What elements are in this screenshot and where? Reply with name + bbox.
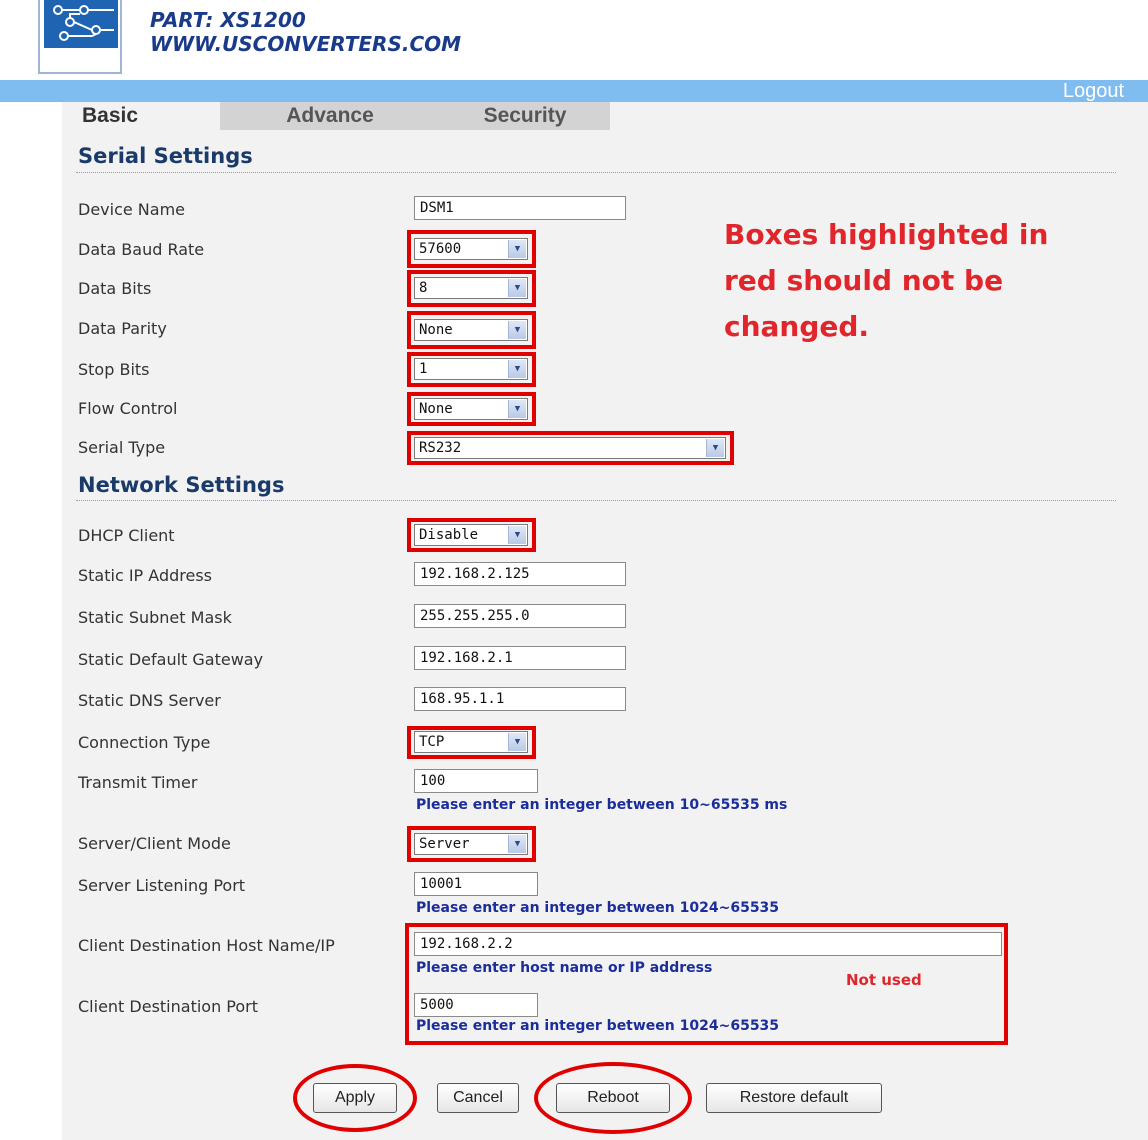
- mask-input[interactable]: 255.255.255.0: [414, 604, 626, 628]
- network-divider: [76, 500, 1116, 501]
- listening-port-input[interactable]: 10001: [414, 872, 538, 896]
- header-text: PART: XS1200 WWW.USCONVERTERS.COM: [150, 8, 461, 56]
- serial-divider: [76, 172, 1116, 173]
- stop-bits-select[interactable]: 1 ▼: [414, 358, 528, 380]
- flow-control-select[interactable]: None ▼: [414, 398, 528, 420]
- baud-rate-value: 57600: [419, 241, 462, 257]
- chevron-down-icon: ▼: [508, 733, 526, 751]
- parity-select[interactable]: None ▼: [414, 319, 528, 341]
- data-bits-value: 8: [419, 280, 428, 296]
- network-settings-title: Network Settings: [78, 473, 285, 497]
- dest-host-input[interactable]: 192.168.2.2: [414, 932, 1002, 956]
- chevron-down-icon: ▼: [508, 526, 526, 544]
- note-line: changed.: [724, 310, 870, 343]
- logout-link[interactable]: Logout: [1063, 80, 1124, 102]
- gateway-label: Static Default Gateway: [78, 650, 264, 669]
- tab-security[interactable]: Security: [440, 102, 610, 130]
- note-line: Boxes highlighted in: [724, 218, 1049, 251]
- transmit-timer-hint: Please enter an integer between 10~65535…: [416, 797, 788, 813]
- dns-label: Static DNS Server: [78, 691, 221, 710]
- not-used-note: Not used: [846, 971, 922, 989]
- device-name-input[interactable]: DSM1: [414, 196, 626, 220]
- transmit-timer-label: Transmit Timer: [78, 773, 198, 792]
- mask-label: Static Subnet Mask: [78, 608, 232, 627]
- serial-type-value: RS232: [419, 440, 462, 456]
- baud-rate-select[interactable]: 57600 ▼: [414, 238, 528, 260]
- transmit-timer-input[interactable]: 100: [414, 769, 538, 793]
- dest-port-hint: Please enter an integer between 1024~655…: [416, 1018, 780, 1034]
- part-number: PART: XS1200: [150, 8, 306, 32]
- stop-bits-value: 1: [419, 361, 428, 377]
- warning-note: Boxes highlighted in red should not be c…: [724, 212, 1104, 350]
- dns-input[interactable]: 168.95.1.1: [414, 687, 626, 711]
- chevron-down-icon: ▼: [508, 279, 526, 297]
- listening-port-label: Server Listening Port: [78, 876, 246, 895]
- dhcp-value: Disable: [419, 527, 479, 543]
- data-bits-select[interactable]: 8 ▼: [414, 277, 528, 299]
- apply-button[interactable]: Apply: [313, 1083, 397, 1113]
- dhcp-label: DHCP Client: [78, 526, 175, 545]
- serial-type-label: Serial Type: [78, 438, 166, 457]
- mode-value: Server: [419, 836, 470, 852]
- ip-label: Static IP Address: [78, 566, 213, 585]
- logo: [38, 0, 122, 74]
- top-bar: [0, 80, 1148, 102]
- serial-type-select[interactable]: RS232 ▼: [414, 437, 726, 459]
- note-line: red should not be: [724, 264, 1004, 297]
- parity-label: Data Parity: [78, 319, 167, 338]
- website-link[interactable]: WWW.USCONVERTERS.COM: [150, 32, 461, 56]
- ip-input[interactable]: 192.168.2.125: [414, 562, 626, 586]
- dest-host-hint: Please enter host name or IP address: [416, 960, 713, 976]
- mode-label: Server/Client Mode: [78, 834, 231, 853]
- chevron-down-icon: ▼: [508, 360, 526, 378]
- tab-basic[interactable]: Basic: [62, 102, 220, 130]
- chevron-down-icon: ▼: [508, 835, 526, 853]
- connection-type-select[interactable]: TCP ▼: [414, 731, 528, 753]
- serial-settings-title: Serial Settings: [78, 144, 253, 168]
- flow-control-label: Flow Control: [78, 399, 178, 418]
- mode-select[interactable]: Server ▼: [414, 833, 528, 855]
- parity-value: None: [419, 322, 453, 338]
- chevron-down-icon: ▼: [508, 240, 526, 258]
- device-name-label: Device Name: [78, 200, 186, 219]
- circuit-logo-icon: [44, 0, 118, 48]
- gateway-input[interactable]: 192.168.2.1: [414, 646, 626, 670]
- chevron-down-icon: ▼: [706, 439, 724, 457]
- baud-rate-label: Data Baud Rate: [78, 240, 205, 259]
- dest-port-input[interactable]: 5000: [414, 993, 538, 1017]
- data-bits-label: Data Bits: [78, 279, 152, 298]
- chevron-down-icon: ▼: [508, 321, 526, 339]
- connection-type-value: TCP: [419, 734, 445, 750]
- tab-advance[interactable]: Advance: [220, 102, 440, 130]
- reboot-button[interactable]: Reboot: [556, 1083, 670, 1113]
- tab-spacer: [610, 102, 1148, 130]
- restore-default-button[interactable]: Restore default: [706, 1083, 882, 1113]
- dest-port-label: Client Destination Port: [78, 997, 259, 1016]
- dest-host-label: Client Destination Host Name/IP: [78, 936, 335, 955]
- flow-control-value: None: [419, 401, 453, 417]
- connection-type-label: Connection Type: [78, 733, 211, 752]
- chevron-down-icon: ▼: [508, 400, 526, 418]
- stop-bits-label: Stop Bits: [78, 360, 150, 379]
- listening-port-hint: Please enter an integer between 1024~655…: [416, 900, 780, 916]
- cancel-button[interactable]: Cancel: [437, 1083, 519, 1113]
- dhcp-select[interactable]: Disable ▼: [414, 524, 528, 546]
